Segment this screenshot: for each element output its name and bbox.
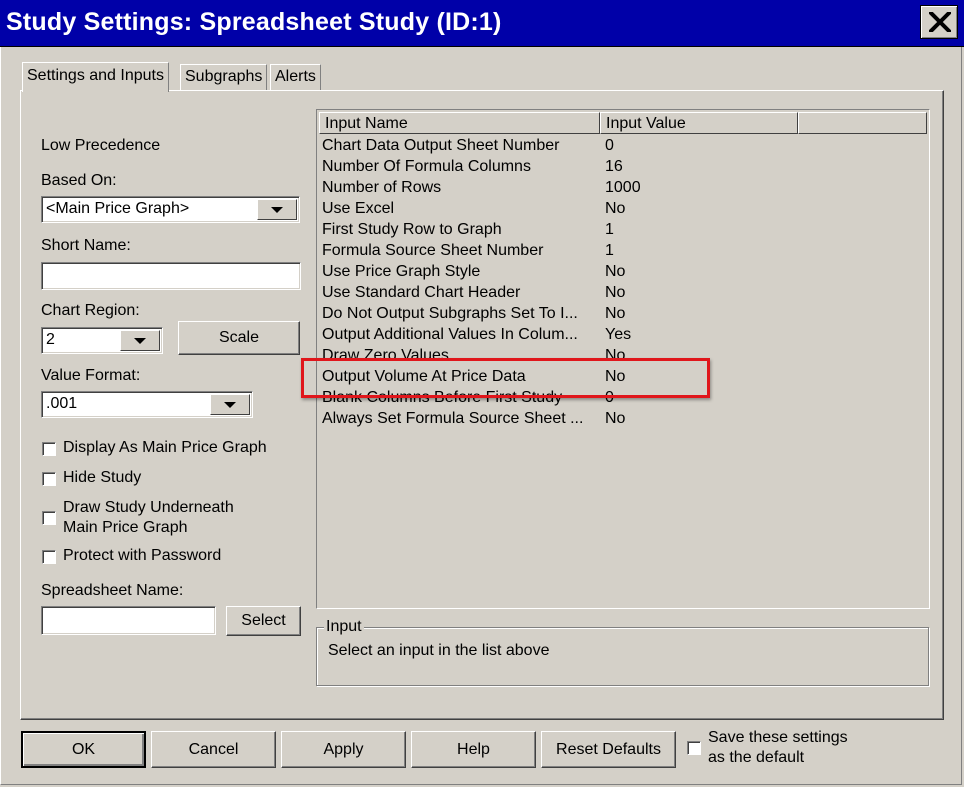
close-icon — [929, 12, 951, 32]
spreadsheet-name-field[interactable] — [41, 606, 216, 635]
input-value-cell: No — [605, 305, 626, 322]
chart-region-dropdown-button[interactable] — [120, 330, 160, 351]
input-group-legend: Input — [324, 618, 364, 636]
input-value-cell: No — [605, 200, 626, 217]
chevron-down-icon — [271, 206, 283, 213]
value-format-label: Value Format: — [41, 367, 141, 384]
ok-button[interactable]: OK — [21, 731, 146, 768]
scale-button[interactable]: Scale — [178, 321, 300, 355]
input-value-cell: 16 — [605, 158, 623, 175]
protect-with-password-label: Protect with Password — [63, 547, 222, 564]
short-name-label: Short Name: — [41, 237, 131, 254]
based-on-label: Based On: — [41, 172, 117, 189]
input-name-cell: Use Excel — [322, 200, 395, 217]
input-value-cell: No — [605, 263, 626, 280]
input-value-cell: Yes — [605, 326, 632, 343]
tab-alerts[interactable]: Alerts — [270, 64, 321, 90]
input-value-cell: No — [605, 410, 626, 427]
input-value-cell: 1000 — [605, 179, 641, 196]
chart-region-label: Chart Region: — [41, 302, 140, 319]
tab-label: Alerts — [275, 68, 316, 85]
column-header-blank[interactable] — [798, 112, 927, 134]
draw-study-underneath-label-line2: Main Price Graph — [63, 519, 188, 536]
select-button[interactable]: Select — [226, 606, 301, 636]
chevron-down-icon — [134, 337, 146, 344]
input-value-cell: 1 — [605, 242, 614, 259]
display-as-main-price-graph-label: Display As Main Price Graph — [63, 439, 267, 456]
input-name-cell: Always Set Formula Source Sheet ... — [322, 410, 584, 427]
input-description-text: Select an input in the list above — [328, 642, 550, 659]
input-name-cell: Number Of Formula Columns — [322, 158, 531, 175]
input-name-cell: Chart Data Output Sheet Number — [322, 137, 560, 154]
save-as-default-label: Save these settings — [708, 729, 848, 746]
tab-subgraphs[interactable]: Subgraphs — [180, 64, 268, 90]
input-description-group: Input Select an input in the list above — [316, 618, 929, 686]
value-format-dropdown-button[interactable] — [210, 394, 250, 415]
input-value-cell: No — [605, 284, 626, 301]
highlight-annotation-box — [301, 358, 710, 398]
tab-settings-and-inputs[interactable]: Settings and Inputs — [22, 62, 169, 92]
draw-study-underneath-label: Draw Study Underneath — [63, 499, 234, 516]
value-format-value: .001 — [46, 395, 78, 412]
save-as-default-checkbox[interactable] — [687, 741, 701, 755]
list-header: Input Name Input Value — [319, 112, 927, 134]
close-button[interactable] — [920, 5, 958, 39]
input-name-cell: Formula Source Sheet Number — [322, 242, 544, 259]
input-name-cell: First Study Row to Graph — [322, 221, 502, 238]
chevron-down-icon — [224, 401, 236, 408]
column-header-input-name[interactable]: Input Name — [319, 112, 600, 134]
input-name-cell: Use Standard Chart Header — [322, 284, 521, 301]
precedence-label: Low Precedence — [41, 137, 161, 154]
short-name-field[interactable] — [41, 262, 301, 290]
tab-label: Subgraphs — [185, 68, 263, 85]
input-name-cell: Use Price Graph Style — [322, 263, 481, 280]
input-value-cell: 1 — [605, 221, 614, 238]
title-bar: Study Settings: Spreadsheet Study (ID:1) — [0, 0, 964, 47]
input-name-cell: Do Not Output Subgraphs Set To I... — [322, 305, 578, 322]
window-title: Study Settings: Spreadsheet Study (ID:1) — [6, 8, 502, 36]
tab-label: Settings and Inputs — [27, 67, 164, 84]
based-on-dropdown-button[interactable] — [257, 199, 297, 220]
draw-study-underneath-checkbox[interactable] — [42, 511, 56, 525]
help-button[interactable]: Help — [411, 731, 536, 768]
value-format-combo[interactable]: .001 — [41, 391, 253, 418]
save-as-default-label-line2: as the default — [708, 749, 805, 766]
column-header-input-value[interactable]: Input Value — [600, 112, 798, 134]
hide-study-label: Hide Study — [63, 469, 142, 486]
apply-button[interactable]: Apply — [281, 731, 406, 768]
display-as-main-price-graph-checkbox[interactable] — [42, 442, 56, 456]
hide-study-checkbox[interactable] — [42, 472, 56, 486]
reset-defaults-button[interactable]: Reset Defaults — [541, 731, 676, 768]
input-name-cell: Number of Rows — [322, 179, 442, 196]
input-value-cell: 0 — [605, 137, 614, 154]
based-on-value: <Main Price Graph> — [46, 200, 190, 217]
input-name-cell: Output Additional Values In Colum... — [322, 326, 578, 343]
chart-region-value: 2 — [46, 331, 55, 348]
spreadsheet-name-label: Spreadsheet Name: — [41, 582, 184, 599]
chart-region-combo[interactable]: 2 — [41, 327, 163, 354]
based-on-combo[interactable]: <Main Price Graph> — [41, 196, 300, 223]
protect-with-password-checkbox[interactable] — [42, 550, 56, 564]
cancel-button[interactable]: Cancel — [151, 731, 276, 768]
